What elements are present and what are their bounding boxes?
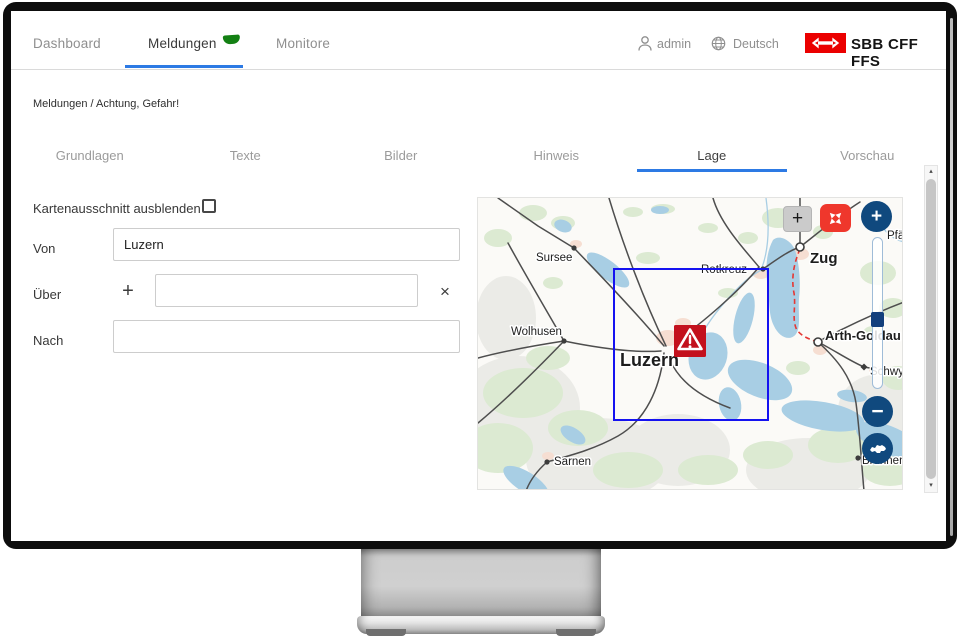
label-zug: Zug bbox=[810, 250, 838, 267]
nav-item-monitore[interactable]: Monitore bbox=[276, 36, 330, 51]
nach-label: Nach bbox=[33, 333, 63, 348]
nav-item-dashboard[interactable]: Dashboard bbox=[33, 36, 101, 51]
brand-wordmark: SBB CFF FFS bbox=[851, 36, 946, 70]
label-sursee: Sursee bbox=[536, 252, 572, 264]
meldungen-badge-icon bbox=[223, 34, 241, 44]
monitor-edge-highlight bbox=[950, 18, 953, 536]
app-window: Dashboard Meldungen Monitore admin Deuts… bbox=[11, 11, 946, 541]
nav-active-underline bbox=[125, 65, 243, 68]
breadcrumb: Meldungen / Achtung, Gefahr! bbox=[33, 98, 179, 110]
user-icon bbox=[637, 35, 653, 52]
tab-grundlagen[interactable]: Grundlagen bbox=[12, 139, 168, 172]
tab-texte[interactable]: Texte bbox=[168, 139, 324, 172]
scrollbar-down-icon[interactable]: ▾ bbox=[925, 480, 937, 492]
tab-bar: Grundlagen Texte Bilder Hinweis Lage Vor… bbox=[12, 139, 945, 172]
tab-active-underline bbox=[637, 169, 787, 172]
nach-input[interactable] bbox=[113, 320, 460, 353]
label-sarnen: Sarnen bbox=[554, 456, 591, 468]
hide-map-checkbox[interactable] bbox=[202, 199, 216, 213]
tab-lage-label: Lage bbox=[697, 148, 726, 163]
monitor-stand-foot bbox=[366, 629, 406, 636]
scrollbar-up-icon[interactable]: ▴ bbox=[925, 166, 937, 178]
von-label: Von bbox=[33, 241, 55, 256]
hide-map-label: Kartenausschnitt ausblenden bbox=[33, 201, 201, 216]
add-via-icon[interactable]: + bbox=[117, 279, 139, 303]
clear-via-icon[interactable]: × bbox=[434, 280, 456, 304]
map[interactable]: Sursee Rotkreuz Zug Wolhusen Luzern Arth… bbox=[477, 197, 903, 490]
label-pfaeffikon: Pfäffikon bbox=[887, 230, 903, 242]
reset-extent-button[interactable] bbox=[862, 433, 893, 464]
select-extent-button[interactable]: + bbox=[783, 206, 812, 232]
page-scrollbar[interactable]: ▴ ▾ bbox=[924, 165, 938, 493]
tab-hinweis[interactable]: Hinweis bbox=[479, 139, 635, 172]
nav-item-meldungen[interactable]: Meldungen bbox=[148, 36, 217, 51]
ueber-input[interactable] bbox=[155, 274, 418, 307]
zoom-in-button[interactable]: + bbox=[861, 201, 892, 232]
ueber-label: Über bbox=[33, 287, 61, 302]
logged-in-user[interactable]: admin bbox=[657, 37, 691, 51]
label-wolhusen: Wolhusen bbox=[511, 326, 562, 338]
zoom-slider-handle[interactable] bbox=[871, 312, 884, 327]
warning-marker-icon[interactable] bbox=[674, 325, 706, 357]
switzerland-icon bbox=[869, 443, 887, 455]
tab-vorschau[interactable]: Vorschau bbox=[790, 139, 946, 172]
monitor-stand-foot bbox=[556, 629, 596, 636]
desktop: Dashboard Meldungen Monitore admin Deuts… bbox=[0, 0, 960, 638]
sbb-logo bbox=[805, 33, 846, 53]
map-canvas: Sursee Rotkreuz Zug Wolhusen Luzern Arth… bbox=[478, 198, 903, 490]
label-arth-goldau: Arth-Goldau bbox=[825, 328, 901, 343]
label-luzern: Luzern bbox=[620, 350, 679, 370]
language-globe-icon bbox=[711, 36, 726, 51]
tab-lage[interactable]: Lage bbox=[634, 139, 790, 172]
zoom-out-button[interactable]: − bbox=[862, 396, 893, 427]
header-divider bbox=[11, 69, 946, 70]
language-selector[interactable]: Deutsch bbox=[733, 37, 779, 51]
monitor-stand-neck bbox=[361, 549, 601, 617]
move-arrows-icon bbox=[827, 210, 844, 227]
move-extent-button[interactable] bbox=[820, 204, 851, 232]
scrollbar-thumb[interactable] bbox=[926, 179, 936, 479]
tab-bilder[interactable]: Bilder bbox=[323, 139, 479, 172]
von-input[interactable] bbox=[113, 228, 460, 261]
